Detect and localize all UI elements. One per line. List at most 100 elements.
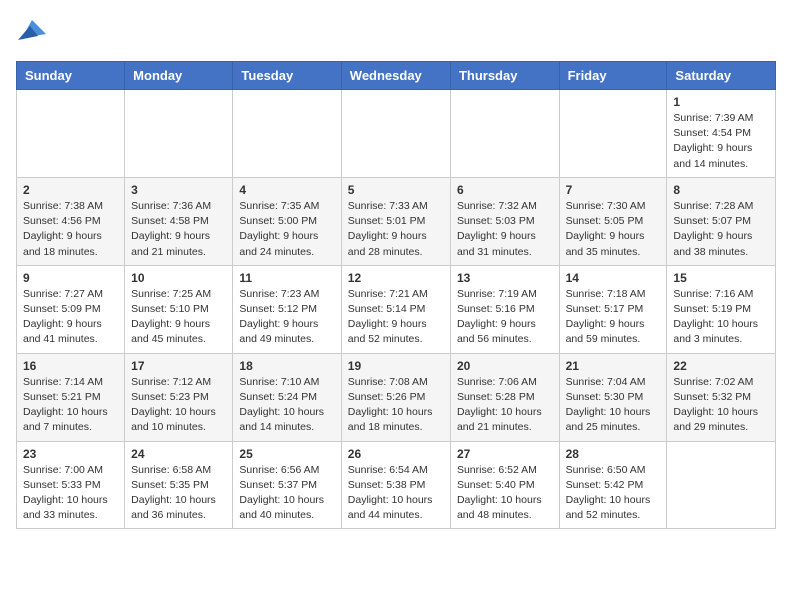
day-number: 24 [131, 447, 226, 461]
day-info: Sunrise: 7:36 AM Sunset: 4:58 PM Dayligh… [131, 199, 226, 260]
calendar-cell: 28 Sunrise: 6:50 AM Sunset: 5:42 PM Dayli… [559, 441, 667, 529]
day-info: Sunrise: 6:50 AM Sunset: 5:42 PM Dayligh… [566, 463, 661, 524]
day-number: 17 [131, 359, 226, 373]
day-number: 2 [23, 183, 118, 197]
calendar-cell: 13Sunrise: 7:19 AM Sunset: 5:16 PM Dayli… [450, 265, 559, 353]
calendar-cell: 18 Sunrise: 7:10 AM Sunset: 5:24 PM Dayli… [233, 353, 341, 441]
day-number: 19 [348, 359, 444, 373]
day-info: Sunrise: 7:12 AM Sunset: 5:23 PM Dayligh… [131, 375, 226, 436]
day-info: Sunrise: 7:06 AM Sunset: 5:28 PM Dayligh… [457, 375, 553, 436]
logo [16, 16, 46, 49]
day-info: Sunrise: 6:52 AM Sunset: 5:40 PM Dayligh… [457, 463, 553, 524]
day-info: Sunrise: 7:02 AM Sunset: 5:32 PM Dayligh… [673, 375, 769, 436]
day-number: 12 [348, 271, 444, 285]
calendar-cell: 2 Sunrise: 7:38 AM Sunset: 4:56 PM Daylig… [17, 177, 125, 265]
day-number: 22 [673, 359, 769, 373]
day-info: Sunrise: 6:58 AM Sunset: 5:35 PM Dayligh… [131, 463, 226, 524]
day-number: 15 [673, 271, 769, 285]
calendar-cell: 15 Sunrise: 7:16 AM Sunset: 5:19 PM Dayli… [667, 265, 776, 353]
day-info: Sunrise: 6:54 AM Sunset: 5:38 PM Dayligh… [348, 463, 444, 524]
calendar-cell: 9 Sunrise: 7:27 AM Sunset: 5:09 PM Daylig… [17, 265, 125, 353]
calendar-cell: 25 Sunrise: 6:56 AM Sunset: 5:37 PM Dayli… [233, 441, 341, 529]
calendar-cell: 24 Sunrise: 6:58 AM Sunset: 5:35 PM Dayli… [125, 441, 233, 529]
day-info: Sunrise: 7:39 AM Sunset: 4:54 PM Dayligh… [673, 111, 769, 172]
day-number: 23 [23, 447, 118, 461]
calendar-cell [17, 90, 125, 178]
calendar-cell: 21 Sunrise: 7:04 AM Sunset: 5:30 PM Dayli… [559, 353, 667, 441]
day-info: Sunrise: 7:38 AM Sunset: 4:56 PM Dayligh… [23, 199, 118, 260]
calendar-cell: 10 Sunrise: 7:25 AM Sunset: 5:10 PM Dayli… [125, 265, 233, 353]
day-info: Sunrise: 7:27 AM Sunset: 5:09 PM Dayligh… [23, 287, 118, 348]
day-number: 16 [23, 359, 118, 373]
calendar-week-row: 16 Sunrise: 7:14 AM Sunset: 5:21 PM Dayli… [17, 353, 776, 441]
day-number: 9 [23, 271, 118, 285]
day-of-week-header: Saturday [667, 62, 776, 90]
day-number: 1 [673, 95, 769, 109]
day-of-week-header: Monday [125, 62, 233, 90]
calendar-cell: 8 Sunrise: 7:28 AM Sunset: 5:07 PM Daylig… [667, 177, 776, 265]
calendar-cell [559, 90, 667, 178]
day-number: 21 [566, 359, 661, 373]
day-of-week-header: Wednesday [341, 62, 450, 90]
day-of-week-header: Sunday [17, 62, 125, 90]
day-info: Sunrise: 7:33 AM Sunset: 5:01 PM Dayligh… [348, 199, 444, 260]
calendar-cell: 5 Sunrise: 7:33 AM Sunset: 5:01 PM Daylig… [341, 177, 450, 265]
day-number: 28 [566, 447, 661, 461]
calendar-cell: 3 Sunrise: 7:36 AM Sunset: 4:58 PM Daylig… [125, 177, 233, 265]
calendar-cell [341, 90, 450, 178]
calendar-cell: 27 Sunrise: 6:52 AM Sunset: 5:40 PM Dayli… [450, 441, 559, 529]
calendar-week-row: 9 Sunrise: 7:27 AM Sunset: 5:09 PM Daylig… [17, 265, 776, 353]
calendar-week-row: 2 Sunrise: 7:38 AM Sunset: 4:56 PM Daylig… [17, 177, 776, 265]
calendar-cell: 11 Sunrise: 7:23 AM Sunset: 5:12 PM Dayli… [233, 265, 341, 353]
day-number: 25 [239, 447, 334, 461]
calendar-cell: 20 Sunrise: 7:06 AM Sunset: 5:28 PM Dayli… [450, 353, 559, 441]
logo-icon [18, 16, 46, 44]
calendar-cell: 14Sunrise: 7:18 AM Sunset: 5:17 PM Dayli… [559, 265, 667, 353]
day-of-week-header: Thursday [450, 62, 559, 90]
day-info: Sunrise: 7:25 AM Sunset: 5:10 PM Dayligh… [131, 287, 226, 348]
day-info: Sunrise: 7:32 AM Sunset: 5:03 PM Dayligh… [457, 199, 553, 260]
day-info: Sunrise: 7:30 AM Sunset: 5:05 PM Dayligh… [566, 199, 661, 260]
calendar-cell: 6 Sunrise: 7:32 AM Sunset: 5:03 PM Daylig… [450, 177, 559, 265]
day-info: Sunrise: 7:28 AM Sunset: 5:07 PM Dayligh… [673, 199, 769, 260]
day-number: 6 [457, 183, 553, 197]
calendar-week-row: 23Sunrise: 7:00 AM Sunset: 5:33 PM Dayli… [17, 441, 776, 529]
day-of-week-header: Friday [559, 62, 667, 90]
calendar-cell: 16 Sunrise: 7:14 AM Sunset: 5:21 PM Dayli… [17, 353, 125, 441]
day-number: 11 [239, 271, 334, 285]
day-info: Sunrise: 7:10 AM Sunset: 5:24 PM Dayligh… [239, 375, 334, 436]
calendar-cell [667, 441, 776, 529]
day-info: Sunrise: 7:21 AM Sunset: 5:14 PM Dayligh… [348, 287, 444, 348]
day-number: 26 [348, 447, 444, 461]
day-info: Sunrise: 7:23 AM Sunset: 5:12 PM Dayligh… [239, 287, 334, 348]
day-number: 18 [239, 359, 334, 373]
calendar-cell: 17 Sunrise: 7:12 AM Sunset: 5:23 PM Dayli… [125, 353, 233, 441]
day-number: 10 [131, 271, 226, 285]
page-header [16, 16, 776, 49]
calendar-cell [233, 90, 341, 178]
calendar-cell [125, 90, 233, 178]
calendar-cell: 1 Sunrise: 7:39 AM Sunset: 4:54 PM Daylig… [667, 90, 776, 178]
day-number: 8 [673, 183, 769, 197]
day-of-week-header: Tuesday [233, 62, 341, 90]
day-info: Sunrise: 7:35 AM Sunset: 5:00 PM Dayligh… [239, 199, 334, 260]
calendar-cell: 4Sunrise: 7:35 AM Sunset: 5:00 PM Daylig… [233, 177, 341, 265]
day-number: 20 [457, 359, 553, 373]
day-number: 7 [566, 183, 661, 197]
calendar-cell: 12 Sunrise: 7:21 AM Sunset: 5:14 PM Dayli… [341, 265, 450, 353]
calendar-cell: 23Sunrise: 7:00 AM Sunset: 5:33 PM Dayli… [17, 441, 125, 529]
day-info: Sunrise: 6:56 AM Sunset: 5:37 PM Dayligh… [239, 463, 334, 524]
calendar-header-row: SundayMondayTuesdayWednesdayThursdayFrid… [17, 62, 776, 90]
day-info: Sunrise: 7:04 AM Sunset: 5:30 PM Dayligh… [566, 375, 661, 436]
day-info: Sunrise: 7:16 AM Sunset: 5:19 PM Dayligh… [673, 287, 769, 348]
day-number: 27 [457, 447, 553, 461]
day-number: 13 [457, 271, 553, 285]
calendar-cell: 22 Sunrise: 7:02 AM Sunset: 5:32 PM Dayli… [667, 353, 776, 441]
day-number: 3 [131, 183, 226, 197]
calendar-week-row: 1 Sunrise: 7:39 AM Sunset: 4:54 PM Daylig… [17, 90, 776, 178]
calendar-cell [450, 90, 559, 178]
calendar-cell: 26 Sunrise: 6:54 AM Sunset: 5:38 PM Dayli… [341, 441, 450, 529]
day-number: 5 [348, 183, 444, 197]
calendar-table: SundayMondayTuesdayWednesdayThursdayFrid… [16, 61, 776, 529]
day-info: Sunrise: 7:14 AM Sunset: 5:21 PM Dayligh… [23, 375, 118, 436]
